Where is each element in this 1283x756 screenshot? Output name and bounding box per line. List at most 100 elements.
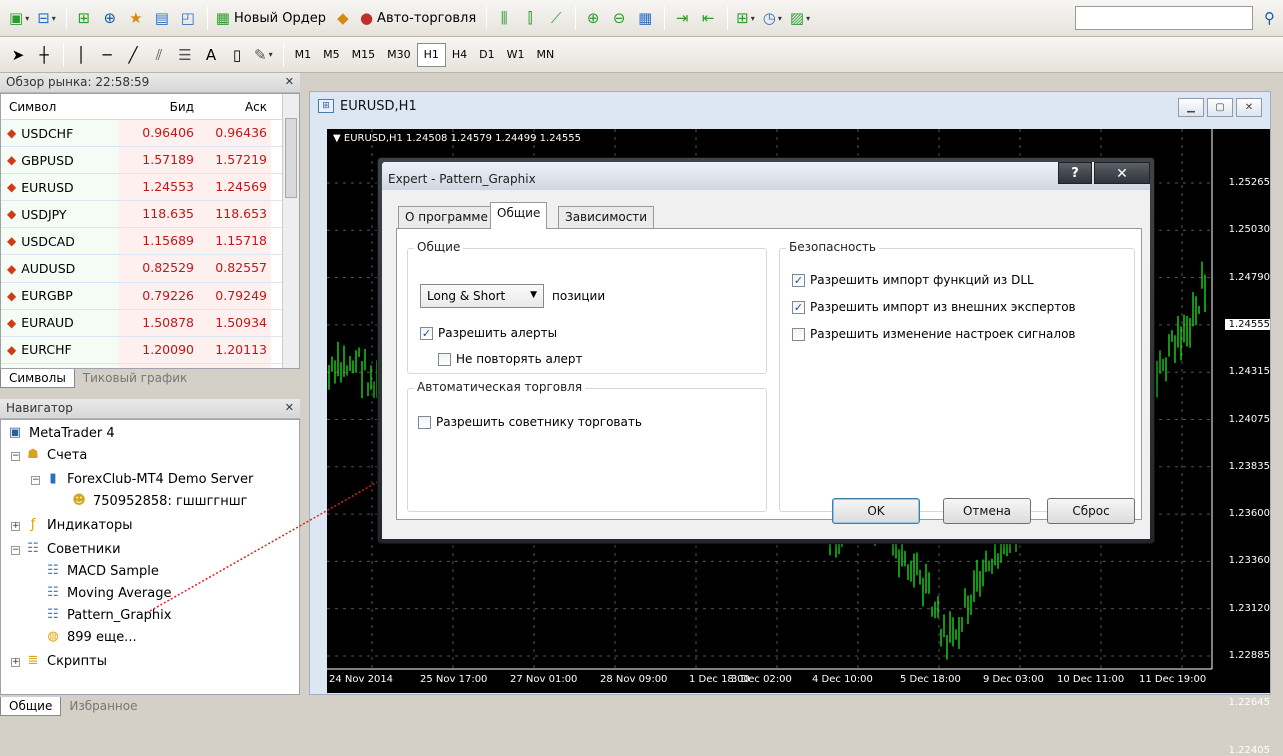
collapse-icon[interactable]: − [11, 546, 20, 555]
minimize-icon[interactable]: ▁ [1178, 98, 1204, 117]
table-row[interactable]: ◆ AUDUSD 0.82529 0.82557 [1, 255, 299, 283]
text-tool-icon[interactable]: A [199, 42, 223, 68]
table-row[interactable]: ◆ EURAUD 1.50878 1.50934 [1, 309, 299, 337]
tree-node-server[interactable]: ▮ ForexClub-MT4 Demo Server [45, 471, 253, 487]
close-icon[interactable]: ✕ [1236, 98, 1262, 117]
tile-windows-icon[interactable]: ▦ [633, 5, 657, 31]
allow-expert-trade-checkbox[interactable]: Разрешить советнику торговать [418, 415, 642, 429]
allow-ext-experts-checkbox[interactable]: ✓ Разрешить импорт из внешних экспертов [792, 300, 1076, 314]
terminal-icon[interactable]: ▤ [150, 5, 174, 31]
help-button[interactable]: ? [1058, 162, 1092, 184]
tab-dependencies[interactable]: Зависимости [558, 206, 655, 228]
zoom-out-icon[interactable]: ⊖ [607, 5, 631, 31]
tree-node-more[interactable]: ◍ 899 еще... [45, 629, 136, 645]
checkbox-label: Разрешить изменение настроек сигналов [810, 327, 1076, 341]
allow-signal-settings-checkbox[interactable]: Разрешить изменение настроек сигналов [792, 327, 1076, 341]
collapse-icon[interactable]: − [31, 476, 40, 485]
timeframe-h1[interactable]: H1 [416, 42, 446, 67]
cursor-icon[interactable]: ➤ [6, 42, 30, 68]
column-bid[interactable]: Бид [119, 100, 198, 114]
timeframe-m30[interactable]: M30 [381, 43, 417, 67]
fibonacci-icon[interactable]: ☰ [173, 42, 197, 68]
expand-icon[interactable]: + [11, 658, 20, 667]
profiles-icon[interactable]: ⊟ ▾ [34, 5, 59, 31]
tree-node-scripts[interactable]: ≣ Скрипты [25, 653, 107, 669]
templates-icon[interactable]: ▨ ▾ [787, 5, 813, 31]
table-row[interactable]: ◆ EURUSD 1.24553 1.24569 [1, 174, 299, 202]
table-row[interactable]: ◆ GBPUSD 1.57189 1.57219 [1, 147, 299, 175]
tree-node-accounts[interactable]: ☗ Счета [25, 447, 87, 463]
tab-common[interactable]: Общие [490, 202, 548, 229]
tab-favorites[interactable]: Избранное [61, 697, 145, 715]
close-icon[interactable]: ✕ [285, 75, 294, 90]
timeframe-mn[interactable]: MN [531, 43, 561, 67]
table-row[interactable]: ◆ USDJPY 118.635 118.653 [1, 201, 299, 229]
indicators-icon[interactable]: ⊞ ▾ [733, 5, 758, 31]
tab-about[interactable]: О программе [398, 206, 495, 228]
crosshair-icon[interactable]: ┼ [32, 42, 56, 68]
ok-button[interactable]: OK [832, 498, 920, 524]
auto-scroll-icon[interactable]: ⇥ [670, 5, 694, 31]
zoom-in-icon[interactable]: ⊕ [581, 5, 605, 31]
tree-node-expert[interactable]: ☷ Moving Average [45, 585, 171, 601]
timeframe-w1[interactable]: W1 [501, 43, 531, 67]
maximize-icon[interactable]: ▢ [1207, 98, 1233, 117]
tree-node-root[interactable]: ▣ MetaTrader 4 [7, 425, 115, 441]
navigator-icon[interactable]: ★ [124, 5, 148, 31]
table-row[interactable]: ◆ EURCHF 1.20090 1.20113 [1, 336, 299, 364]
bar-chart-icon[interactable]: ⫼ [492, 5, 516, 31]
text-label-icon[interactable]: ▯ [225, 42, 249, 68]
timeframe-m5[interactable]: M5 [317, 43, 346, 67]
tab-tick-chart[interactable]: Тиковый график [75, 369, 195, 387]
column-symbol[interactable]: Символ [1, 100, 119, 114]
positions-select[interactable]: Long & Short ▼ [420, 284, 544, 308]
timeframe-m15[interactable]: M15 [346, 43, 382, 67]
trendline-icon[interactable]: ╱ [121, 42, 145, 68]
table-row[interactable]: ◆ EURGBP 0.79226 0.79249 [1, 282, 299, 310]
tab-common[interactable]: Общие [0, 697, 62, 716]
tree-node-expert[interactable]: ☷ Pattern_Graphix [45, 607, 171, 623]
expand-icon[interactable]: + [11, 522, 20, 531]
tree-node-expert[interactable]: ☷ MACD Sample [45, 563, 159, 579]
no-repeat-alert-checkbox[interactable]: Не повторять алерт [438, 352, 583, 366]
allow-dll-checkbox[interactable]: ✓ Разрешить импорт функций из DLL [792, 273, 1034, 287]
allow-alerts-checkbox[interactable]: ✓ Разрешить алерты [420, 326, 557, 340]
scrollbar[interactable] [282, 94, 299, 368]
close-icon[interactable]: ✕ [285, 401, 294, 416]
tab-symbols[interactable]: Символы [0, 369, 75, 388]
search-input[interactable] [1075, 6, 1253, 30]
time-label: 3 Dec 02:00 [731, 674, 792, 685]
table-row[interactable]: ◆ USDCHF 0.96406 0.96436 [1, 120, 299, 148]
line-chart-icon[interactable]: ⟋ [544, 5, 568, 31]
dialog-close-button[interactable]: ✕ [1094, 162, 1150, 184]
tree-node-account[interactable]: ☻ 750952858: гшшггншг [71, 493, 247, 509]
equidistant-channel-icon[interactable]: ⫽ [147, 42, 171, 68]
chart-shift-icon[interactable]: ⇤ [696, 5, 720, 31]
column-ask[interactable]: Аск [198, 100, 271, 114]
metaeditor-icon[interactable]: ◆ [331, 5, 355, 31]
candlestick-icon[interactable]: ⫿ [518, 5, 542, 31]
checkbox-label: Не повторять алерт [456, 352, 583, 366]
horizontal-line-icon[interactable]: ─ [95, 42, 119, 68]
tree-node-experts[interactable]: ☷ Советники [25, 541, 120, 557]
vertical-line-icon[interactable]: │ [69, 42, 93, 68]
market-watch-icon[interactable]: ⊞ [72, 5, 96, 31]
timeframe-d1[interactable]: D1 [473, 43, 500, 67]
table-row[interactable]: ◆ USDCAD 1.15689 1.15718 [1, 228, 299, 256]
search-icon[interactable]: ⚲ [1264, 9, 1275, 27]
timeframe-m1[interactable]: M1 [289, 43, 318, 67]
arrows-icon[interactable]: ✎ ▾ [251, 42, 276, 68]
collapse-icon[interactable]: − [11, 452, 20, 461]
tree-node-indicators[interactable]: ƒ Индикаторы [25, 517, 133, 533]
new-order-button[interactable]: ▦ Новый Ордер [213, 5, 329, 31]
symbol-name: EURGBP [21, 288, 73, 304]
reset-button[interactable]: Сброс [1047, 498, 1135, 524]
auto-trading-button[interactable]: ● Авто-торговля [357, 5, 479, 31]
timeframe-h4[interactable]: H4 [446, 43, 473, 67]
new-chart-icon[interactable]: ▣ ▾ [6, 5, 32, 31]
cancel-button[interactable]: Отмена [943, 498, 1031, 524]
strategy-tester-icon[interactable]: ◰ [176, 5, 200, 31]
data-window-icon[interactable]: ⊕ [98, 5, 122, 31]
periods-icon[interactable]: ◷ ▾ [760, 5, 785, 31]
scrollbar-thumb[interactable] [285, 118, 297, 198]
